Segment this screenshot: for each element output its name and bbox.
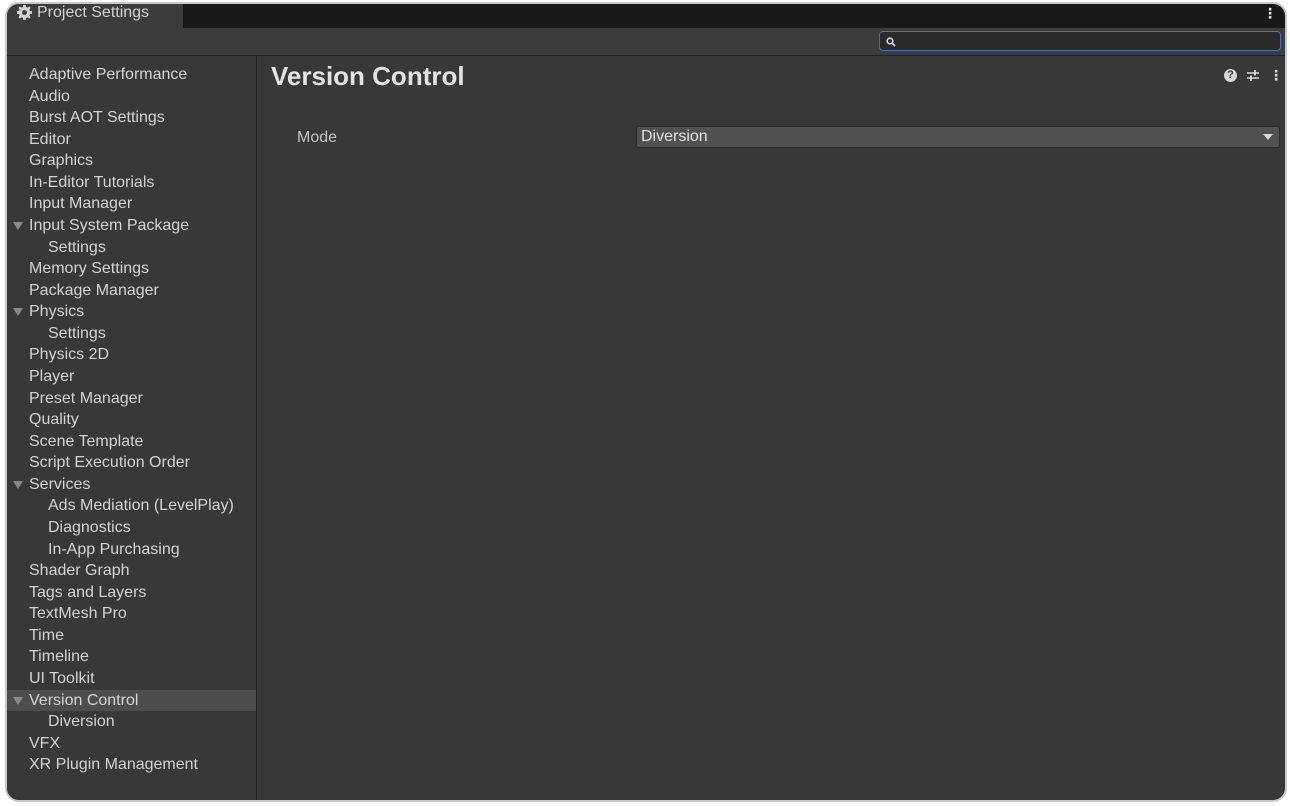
sidebar-item-label: Timeline (29, 648, 89, 666)
more-vertical-icon[interactable]: ⋮ (1269, 68, 1283, 82)
sidebar-item-label: Diversion (48, 713, 115, 731)
settings-content: Version Control ? ⋮ Mode Diversion (257, 56, 1285, 800)
toolbar (7, 28, 1285, 56)
window-tab-title: Project Settings (37, 4, 150, 21)
sidebar-item-label: Graphics (29, 152, 94, 170)
header-icons: ? ⋮ (1224, 68, 1283, 82)
sidebar-item-label: Memory Settings (29, 260, 150, 278)
sidebar-item-label: Version Control (29, 691, 139, 709)
sidebar-item-label: TextMesh Pro (29, 605, 127, 623)
sidebar-item[interactable]: Audio (7, 86, 256, 107)
sidebar-item[interactable]: Quality (7, 409, 256, 430)
sidebar-item-label: Shader Graph (29, 562, 130, 580)
sidebar-item[interactable]: In-App Purchasing (7, 539, 256, 560)
sidebar-item[interactable]: Version Control (7, 689, 256, 711)
sidebar-item[interactable]: TextMesh Pro (7, 603, 256, 624)
sidebar-item[interactable]: Scene Template (7, 431, 256, 452)
search-icon (886, 37, 896, 47)
sliders-icon[interactable] (1246, 69, 1260, 82)
expand-arrow-icon[interactable] (13, 308, 23, 317)
sidebar-item[interactable]: Memory Settings (7, 258, 256, 279)
expand-arrow-icon[interactable] (13, 221, 23, 230)
sidebar-item-label: Editor (29, 130, 71, 148)
sidebar-item[interactable]: Settings (7, 237, 256, 258)
settings-sidebar: Adaptive Performance Audio Burst AOT Setti… (7, 56, 257, 800)
mode-dropdown-value: Diversion (641, 128, 708, 145)
sidebar-item-label: Physics (29, 303, 85, 321)
search-input[interactable] (879, 31, 1281, 51)
sidebar-item[interactable]: Settings (7, 323, 256, 344)
sidebar-item[interactable]: Editor (7, 129, 256, 150)
sidebar-item-label: Burst AOT Settings (29, 109, 165, 127)
sidebar-item[interactable]: Diagnostics (7, 517, 256, 538)
sidebar-item-label: Package Manager (29, 281, 159, 299)
sidebar-item-label: Preset Manager (29, 389, 143, 407)
sidebar-item[interactable]: Package Manager (7, 280, 256, 301)
sidebar-item[interactable]: Player (7, 366, 256, 387)
mode-label: Mode (297, 129, 338, 146)
sidebar-item[interactable]: Physics (7, 301, 256, 322)
sidebar-item-label: In-App Purchasing (48, 540, 180, 558)
sidebar-item[interactable]: Input System Package (7, 215, 256, 236)
sidebar-item-label: Physics 2D (29, 346, 110, 364)
sidebar-item[interactable]: Script Execution Order (7, 452, 256, 473)
sidebar-item[interactable]: VFX (7, 733, 256, 754)
expand-arrow-icon[interactable] (13, 696, 23, 705)
sidebar-item[interactable]: UI Toolkit (7, 668, 256, 689)
sidebar-item-label: Player (29, 367, 75, 385)
sidebar-item[interactable]: Input Manager (7, 193, 256, 214)
mode-dropdown[interactable]: Diversion (636, 126, 1280, 148)
page-title: Version Control (271, 61, 465, 91)
sidebar-item[interactable]: Burst AOT Settings (7, 107, 256, 128)
sidebar-item-label: Scene Template (29, 432, 144, 450)
sidebar-item[interactable]: Time (7, 625, 256, 646)
sidebar-item[interactable]: In-Editor Tutorials (7, 172, 256, 193)
sidebar-item-label: Services (29, 475, 91, 493)
sidebar-item[interactable]: Diversion (7, 711, 256, 732)
sidebar-item-label: Input System Package (29, 216, 190, 234)
sidebar-item-label: Adaptive Performance (29, 66, 188, 83)
sidebar-item[interactable]: Shader Graph (7, 560, 256, 581)
sidebar-item-label: Settings (48, 238, 106, 256)
sidebar-item-label: In-Editor Tutorials (29, 173, 155, 191)
sidebar-item-label: Diagnostics (48, 518, 131, 536)
project-settings-window: Project Settings ⋮ Adaptive Performance A… (5, 2, 1287, 802)
window-menu-icon[interactable]: ⋮ (1263, 6, 1277, 20)
sidebar-item[interactable]: XR Plugin Management (7, 754, 256, 775)
sidebar-item[interactable]: Adaptive Performance (7, 64, 256, 85)
sidebar-item-label: Script Execution Order (29, 454, 190, 472)
sidebar-item-label: VFX (29, 734, 61, 752)
sidebar-item-label: Input Manager (29, 195, 133, 213)
sidebar-item-label: UI Toolkit (29, 669, 95, 687)
sidebar-item-label: Time (29, 626, 64, 644)
chevron-down-icon (1263, 134, 1273, 140)
sidebar-item[interactable]: Graphics (7, 150, 256, 171)
sidebar-item[interactable]: Services (7, 474, 256, 495)
sidebar-item-label: Quality (29, 411, 79, 429)
expand-arrow-icon[interactable] (13, 480, 23, 489)
gear-icon (17, 5, 32, 20)
sidebar-item[interactable]: Tags and Layers (7, 582, 256, 603)
window-tab[interactable]: Project Settings (7, 4, 183, 30)
sidebar-item-label: XR Plugin Management (29, 756, 198, 774)
title-bar: Project Settings ⋮ (7, 4, 1285, 30)
sidebar-item[interactable]: Timeline (7, 646, 256, 667)
sidebar-item[interactable]: Preset Manager (7, 388, 256, 409)
sidebar-item-label: Ads Mediation (LevelPlay) (48, 497, 234, 515)
sidebar-item-label: Settings (48, 324, 106, 342)
sidebar-item-label: Tags and Layers (29, 583, 147, 601)
help-icon[interactable]: ? (1224, 68, 1237, 82)
sidebar-item[interactable]: Ads Mediation (LevelPlay) (7, 495, 256, 516)
sidebar-item-label: Audio (29, 87, 70, 105)
sidebar-item[interactable]: Physics 2D (7, 344, 256, 365)
